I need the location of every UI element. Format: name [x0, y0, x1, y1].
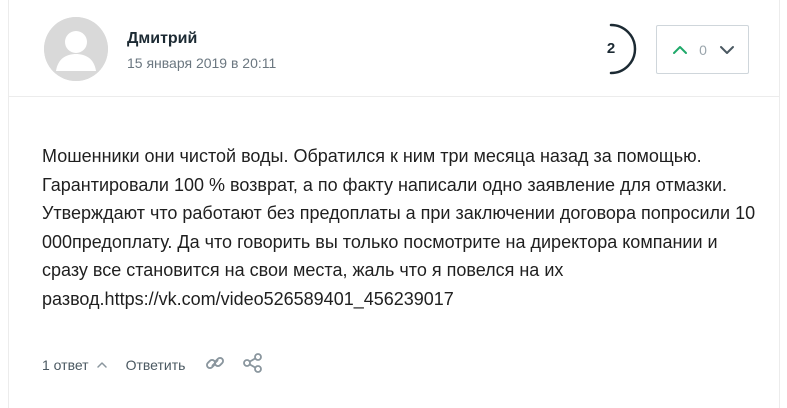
comment-footer: 1 ответ Ответить — [42, 352, 264, 378]
reply-button[interactable]: Ответить — [126, 357, 186, 373]
vote-count: 0 — [699, 42, 707, 58]
comment-header: Дмитрий 15 января 2019 в 20:11 2 0 — [9, 0, 779, 97]
replies-count: 1 ответ — [42, 357, 89, 373]
rating-indicator: 2 — [583, 21, 639, 77]
user-placeholder-icon — [44, 17, 108, 81]
replies-toggle[interactable]: 1 ответ — [42, 357, 108, 373]
copy-link-button[interactable] — [204, 352, 226, 379]
chevron-up-icon — [673, 46, 687, 54]
link-icon — [206, 356, 225, 369]
vote-down-button[interactable] — [718, 40, 736, 60]
rating-value: 2 — [606, 40, 616, 57]
share-icon — [243, 352, 263, 373]
comment-card: Дмитрий 15 января 2019 в 20:11 2 0 Мошен… — [8, 0, 780, 408]
vote-control: 0 — [656, 25, 749, 74]
share-button[interactable] — [242, 352, 264, 379]
author-name[interactable]: Дмитрий — [127, 30, 197, 48]
chevron-up-icon — [96, 362, 107, 368]
chevron-down-icon — [720, 46, 734, 54]
comment-date: 15 января 2019 в 20:11 — [127, 55, 277, 71]
vote-up-button[interactable] — [671, 40, 689, 60]
comment-text: Мошенники они чистой воды. Обратился к н… — [42, 146, 756, 309]
avatar — [44, 17, 108, 81]
